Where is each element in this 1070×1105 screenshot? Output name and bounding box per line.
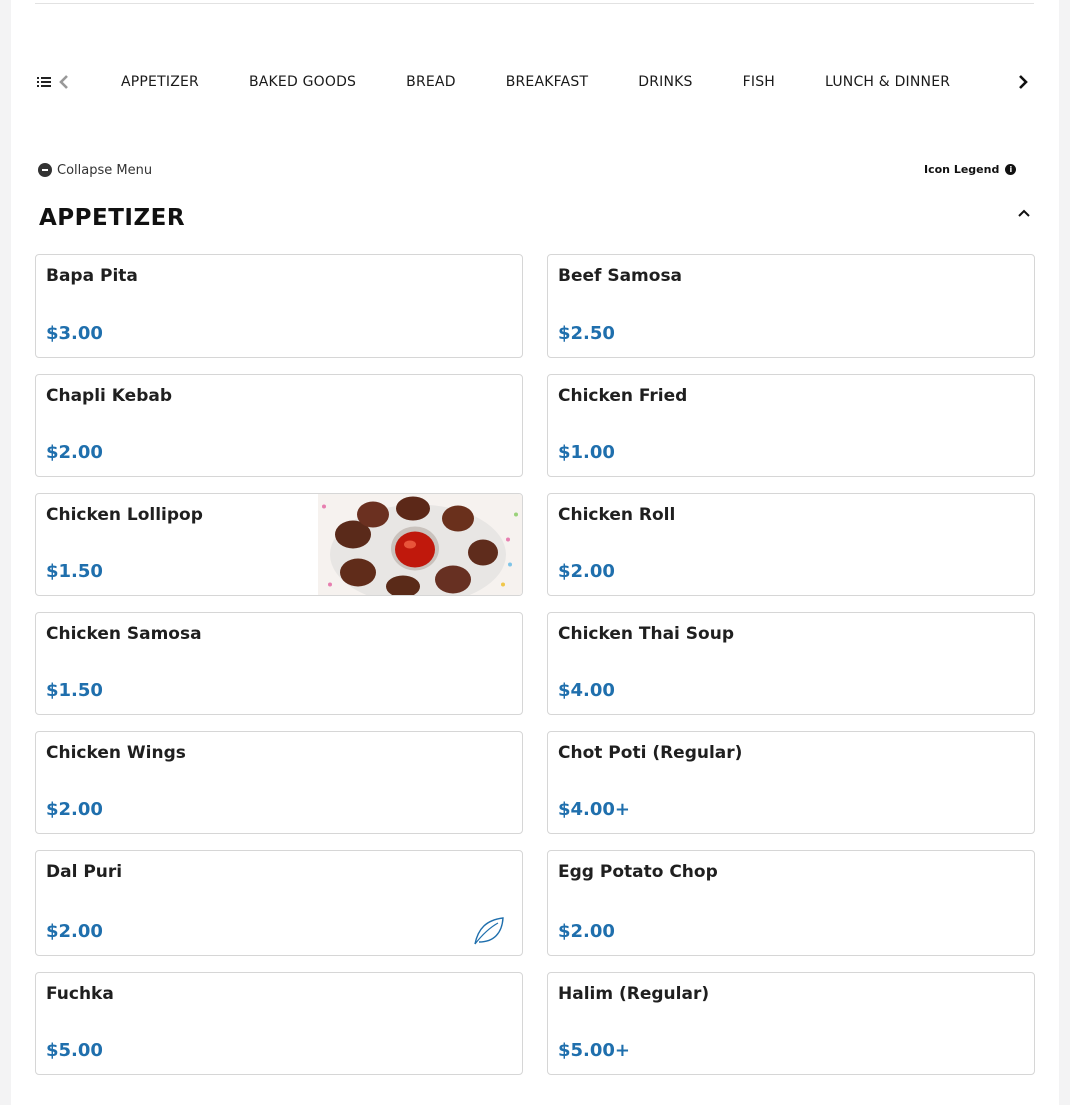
category-nav: APPETIZER BAKED GOODS BREAD BREAKFAST DRINKS… [11,62,1059,102]
menu-item-price: $2.00 [558,921,615,942]
menu-item-name: Fuchka [46,984,114,1004]
menu-item-card[interactable]: Chapli Kebab $2.00 [35,374,523,477]
minus-circle-icon [38,163,52,177]
menu-item-card[interactable]: Chicken Samosa $1.50 [35,612,523,715]
menu-item-name: Chicken Lollipop [46,505,203,525]
menu-item-name: Beef Samosa [558,266,683,286]
menu-item-card[interactable]: Chot Poti (Regular) $4.00+ [547,731,1035,834]
menu-item-name: Egg Potato Chop [558,862,718,882]
menu-item-card[interactable]: Chicken Thai Soup $4.00 [547,612,1035,715]
menu-item-name: Chot Poti (Regular) [558,743,743,763]
tab-baked-goods[interactable]: BAKED GOODS [249,62,356,102]
menu-item-price: $1.00 [558,442,615,463]
menu-item-price: $2.00 [46,921,103,942]
menu-item-price: $5.00 [46,1040,103,1061]
menu-item-price: $1.50 [46,561,103,582]
item-photo [318,494,522,595]
menu-item-card[interactable]: Chicken Lollipop $1.50 [35,493,523,596]
icon-legend-label: Icon Legend [924,162,1000,176]
tab-fish[interactable]: FISH [743,62,775,102]
menu-item-name: Bapa Pita [46,266,138,286]
vegetarian-leaf-icon [472,915,506,947]
tab-breakfast[interactable]: BREAKFAST [506,62,589,102]
header-divider [35,3,1034,4]
menu-item-price: $2.00 [558,561,615,582]
menu-item-card[interactable]: Bapa Pita $3.00 [35,254,523,358]
menu-item-price: $4.00 [558,680,615,701]
menu-item-card[interactable]: Dal Puri $2.00 [35,850,523,956]
tab-bread[interactable]: BREAD [406,62,456,102]
menu-item-card[interactable]: Fuchka $5.00 [35,972,523,1075]
menu-item-name: Chicken Samosa [46,624,202,644]
menu-item-name: Halim (Regular) [558,984,710,1004]
menu-item-name: Chicken Wings [46,743,186,763]
menu-item-price: $2.00 [46,442,103,463]
info-icon: i [1005,163,1017,175]
chevron-up-icon[interactable] [1016,205,1032,221]
category-tabs: APPETIZER BAKED GOODS BREAD BREAKFAST DRINKS… [121,62,1001,102]
menu-item-price: $2.50 [558,323,615,344]
menu-item-name: Chicken Thai Soup [558,624,734,644]
collapse-menu-label: Collapse Menu [57,162,153,178]
menu-item-price: $3.00 [46,323,103,344]
chevron-left-icon[interactable] [57,72,71,92]
icon-legend-button[interactable]: Icon Legend i [924,161,1017,177]
menu-item-name: Chapli Kebab [46,386,173,406]
chevron-right-icon[interactable] [1015,72,1031,92]
menu-item-card[interactable]: Beef Samosa $2.50 [547,254,1035,358]
menu-item-price: $2.00 [46,799,103,820]
menu-item-name: Dal Puri [46,862,123,882]
menu-item-card[interactable]: Chicken Roll $2.00 [547,493,1035,596]
menu-item-price: $1.50 [46,680,103,701]
menu-item-card[interactable]: Chicken Wings $2.00 [35,731,523,834]
menu-item-card[interactable]: Egg Potato Chop $2.00 [547,850,1035,956]
menu-item-price: $5.00+ [558,1040,631,1061]
collapse-menu-button[interactable]: Collapse Menu [38,161,152,179]
section-title: APPETIZER [39,205,186,231]
tab-lunch-dinner[interactable]: LUNCH & DINNER [825,62,950,102]
tab-drinks[interactable]: DRINKS [638,62,692,102]
tab-appetizer[interactable]: APPETIZER [121,62,199,102]
menu-item-card[interactable]: Halim (Regular) $5.00+ [547,972,1035,1075]
menu-item-name: Chicken Roll [558,505,676,525]
list-icon[interactable] [36,74,52,90]
menu-page: APPETIZER BAKED GOODS BREAD BREAKFAST DRINKS… [11,0,1059,1105]
menu-item-name: Chicken Fried [558,386,688,406]
menu-item-price: $4.00+ [558,799,631,820]
menu-item-card[interactable]: Chicken Fried $1.00 [547,374,1035,477]
